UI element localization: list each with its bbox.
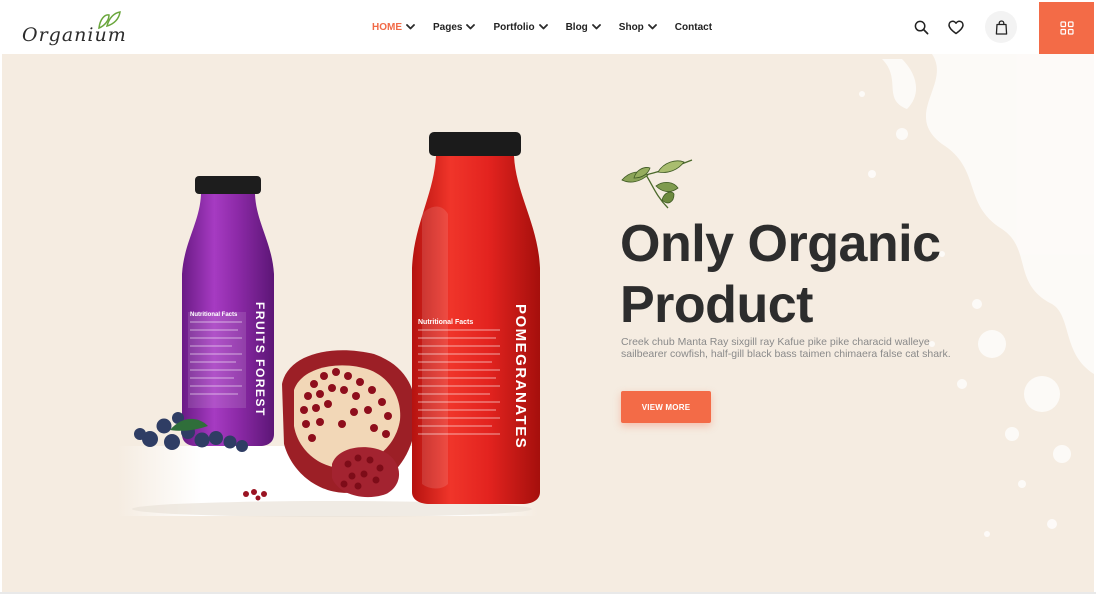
- chevron-down-icon: [466, 24, 476, 30]
- nav-item-contact[interactable]: Contact: [675, 22, 712, 33]
- purple-bottle-label: FRUITS FOREST: [253, 302, 267, 417]
- purple-bottle-nutrition-heading: Nutritional Facts: [190, 312, 238, 318]
- search-button[interactable]: [906, 12, 936, 42]
- nav-item-label: Shop: [618, 21, 644, 33]
- hero-section: Nutritional Facts FRUITS FOREST Nutritio…: [2, 54, 1094, 592]
- nav-item-blog[interactable]: Blog: [566, 22, 601, 33]
- red-bottle-nutrition-heading: Nutritional Facts: [418, 319, 473, 326]
- chevron-down-icon: [406, 24, 415, 30]
- nav-item-label: HOME: [372, 21, 402, 33]
- nav-item-pages[interactable]: Pages: [433, 21, 476, 33]
- wishlist-button[interactable]: [941, 12, 971, 42]
- nav-item-label: Pages: [433, 21, 463, 33]
- purple-bottle: Nutritional Facts FRUITS FOREST: [182, 176, 274, 446]
- chevron-down-icon: [591, 24, 601, 30]
- leaf-logo-icon: [98, 11, 121, 30]
- site-header: Organium HOME Pages Portfolio Blog Shop Conta…: [0, 0, 1096, 54]
- nav-item-label: Blog: [565, 21, 588, 33]
- nav-item-home[interactable]: HOME: [372, 22, 415, 33]
- olive-branch-icon: [621, 159, 693, 209]
- chevron-down-icon: [538, 24, 548, 30]
- search-icon: [914, 20, 928, 34]
- grid-menu-icon: [1059, 21, 1074, 35]
- hero-description: Creek chub Manta Ray sixgill ray Kafue p…: [621, 336, 951, 360]
- nav-item-label: Portfolio: [493, 21, 535, 33]
- brand-logo[interactable]: Organium: [18, 8, 130, 48]
- product-scene: Nutritional Facts FRUITS FOREST Nutritio…: [118, 132, 540, 517]
- chevron-down-icon: [647, 24, 657, 30]
- nav-item-portfolio[interactable]: Portfolio: [493, 21, 548, 33]
- grid-menu-button[interactable]: [1039, 2, 1094, 54]
- cart-button[interactable]: [985, 11, 1017, 43]
- view-more-button[interactable]: VIEW MORE: [621, 391, 711, 423]
- shopping-bag-icon: [995, 19, 1007, 35]
- nav-item-label: Contact: [674, 21, 713, 33]
- heart-icon: [948, 19, 964, 34]
- red-bottle: Nutritional Facts POMEGRANATES: [412, 132, 540, 504]
- main-nav: HOME Pages Portfolio Blog Shop Contact: [372, 0, 730, 54]
- hero-title-line-2: Product: [620, 276, 813, 334]
- hero-title: Only Organic Product: [620, 214, 941, 336]
- red-bottle-label: POMEGRANATES: [512, 304, 529, 449]
- hero-title-line-1: Only Organic: [620, 215, 941, 273]
- nav-item-shop[interactable]: Shop: [619, 22, 657, 33]
